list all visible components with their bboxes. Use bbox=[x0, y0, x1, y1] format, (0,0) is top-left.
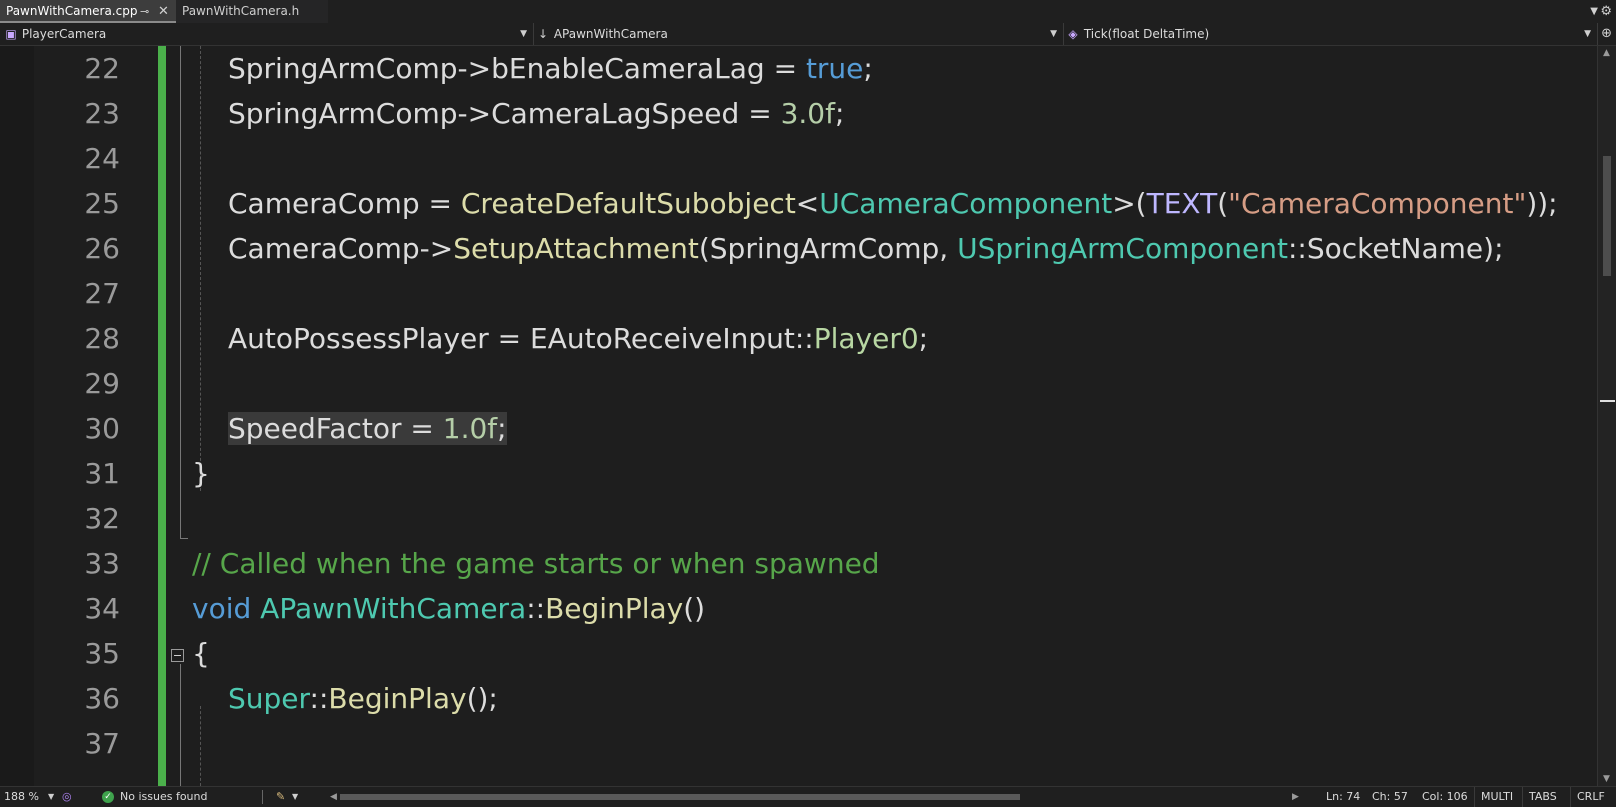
line-number: 27 bbox=[84, 277, 120, 310]
code-line: CameraComp = CreateDefaultSubobject<UCam… bbox=[228, 187, 1558, 220]
code-line: void APawnWithCamera::BeginPlay() bbox=[192, 592, 706, 625]
scroll-right-icon[interactable]: ▶ bbox=[1292, 787, 1299, 807]
line-number: 30 bbox=[84, 412, 120, 445]
code-line: AutoPossessPlayer = EAutoReceiveInput::P… bbox=[228, 322, 929, 355]
scroll-down-icon[interactable]: ▼ bbox=[1603, 774, 1610, 784]
scope-arrow-icon: ↓ bbox=[537, 27, 549, 41]
line-number: 34 bbox=[84, 592, 120, 625]
gear-icon[interactable]: ⚙ bbox=[1600, 0, 1612, 23]
tab-label: PawnWithCamera.cpp bbox=[6, 4, 138, 18]
status-bar: 188 % ▼ ◎ ✓ No issues found ✎ ▼ ◀ ▶ Ln: … bbox=[0, 786, 1616, 807]
col-indicator[interactable]: Col: 106 bbox=[1422, 787, 1468, 807]
tab-label: PawnWithCamera.h bbox=[182, 4, 300, 18]
document-tab-strip: PawnWithCamera.cpp ⊸ ✕ PawnWithCamera.h … bbox=[0, 0, 1616, 24]
issues-status[interactable]: No issues found bbox=[120, 787, 207, 807]
project-label: PlayerCamera bbox=[21, 27, 107, 41]
class-scope-label: APawnWithCamera bbox=[553, 27, 668, 41]
line-number: 28 bbox=[84, 322, 120, 355]
scope-line-end bbox=[180, 538, 188, 539]
close-icon[interactable]: ✕ bbox=[158, 0, 169, 23]
line-number: 33 bbox=[84, 547, 120, 580]
code-line: } bbox=[192, 457, 210, 490]
indent-guide bbox=[200, 706, 201, 786]
member-label: Tick(float DeltaTime) bbox=[1083, 27, 1210, 41]
chevron-down-icon: ▼ bbox=[1050, 29, 1057, 39]
code-comment: // Called when the game starts or when s… bbox=[192, 547, 880, 580]
project-dropdown[interactable]: ▣ PlayerCamera ▼ bbox=[4, 23, 534, 45]
selection-mode[interactable]: MULTI bbox=[1474, 787, 1513, 807]
copilot-icon[interactable]: ◎ bbox=[62, 787, 72, 807]
line-number: 35 bbox=[84, 637, 120, 670]
split-editor-icon[interactable]: ⊕ bbox=[1601, 23, 1612, 45]
code-line: CameraComp->SetupAttachment(SpringArmCom… bbox=[228, 232, 1504, 265]
line-indicator[interactable]: Ln: 74 bbox=[1326, 787, 1360, 807]
horizontal-scrollbar[interactable] bbox=[340, 794, 1288, 800]
code-line: { bbox=[192, 637, 210, 670]
char-indicator[interactable]: Ch: 57 bbox=[1372, 787, 1408, 807]
line-number: 24 bbox=[84, 142, 120, 175]
chevron-down-icon: ▼ bbox=[520, 29, 527, 39]
line-number: 26 bbox=[84, 232, 120, 265]
line-number: 22 bbox=[84, 52, 120, 85]
caret-position-marker bbox=[1600, 400, 1615, 402]
navigation-bar: ▣ PlayerCamera ▼ ↓ APawnWithCamera ▼ ◈ T… bbox=[0, 23, 1616, 46]
code-line: Super::BeginPlay(); bbox=[228, 682, 498, 715]
scope-line bbox=[180, 46, 181, 538]
line-number: 23 bbox=[84, 97, 120, 130]
code-editor[interactable]: 22 23 24 25 26 27 28 29 30 31 32 33 34 3… bbox=[0, 46, 1597, 786]
tab-overflow-dropdown-icon[interactable]: ▼ bbox=[1590, 0, 1598, 23]
code-line: SpringArmComp->CameraLagSpeed = 3.0f; bbox=[228, 97, 845, 130]
vertical-scrollbar[interactable]: ▲ ▼ bbox=[1597, 46, 1616, 786]
line-number: 31 bbox=[84, 457, 120, 490]
scroll-left-icon[interactable]: ◀ bbox=[330, 787, 337, 807]
line-number: 32 bbox=[84, 502, 120, 535]
divider bbox=[262, 790, 263, 804]
horizontal-scrollbar-thumb[interactable] bbox=[340, 794, 1020, 800]
indent-mode[interactable]: TABS bbox=[1522, 787, 1557, 807]
class-scope-dropdown[interactable]: ↓ APawnWithCamera ▼ bbox=[536, 23, 1064, 45]
scroll-up-icon[interactable]: ▲ bbox=[1603, 48, 1610, 58]
check-circle-icon: ✓ bbox=[102, 791, 114, 803]
chevron-down-icon[interactable]: ▼ bbox=[48, 787, 54, 807]
code-line-current: SpeedFactor = 1.0f; bbox=[228, 412, 507, 445]
chevron-down-icon[interactable]: ▼ bbox=[292, 787, 298, 807]
line-number: 25 bbox=[84, 187, 120, 220]
method-cube-icon: ◈ bbox=[1068, 27, 1078, 41]
pin-icon[interactable]: ⊸ bbox=[140, 0, 149, 23]
code-line: SpringArmComp->bEnableCameraLag = true; bbox=[228, 52, 873, 85]
member-dropdown[interactable]: ◈ Tick(float DeltaTime) ▼ bbox=[1066, 23, 1598, 45]
line-number: 37 bbox=[84, 727, 120, 760]
scope-line bbox=[180, 664, 181, 786]
scrollbar-thumb[interactable] bbox=[1603, 156, 1611, 276]
code-cleanup-brush-icon[interactable]: ✎ bbox=[276, 787, 285, 807]
line-number: 36 bbox=[84, 682, 120, 715]
glyph-margin bbox=[0, 46, 34, 786]
line-ending[interactable]: CRLF bbox=[1570, 787, 1605, 807]
indent-guide bbox=[200, 46, 201, 491]
project-icon: ▣ bbox=[5, 27, 17, 41]
zoom-level[interactable]: 188 % bbox=[4, 787, 39, 807]
collapse-icon[interactable] bbox=[171, 649, 184, 662]
chevron-down-icon: ▼ bbox=[1584, 29, 1591, 39]
change-tracking-bar bbox=[158, 46, 166, 786]
tab-pawnwithcamera-cpp[interactable]: PawnWithCamera.cpp ⊸ ✕ bbox=[0, 0, 176, 23]
tab-pawnwithcamera-h[interactable]: PawnWithCamera.h bbox=[176, 0, 328, 23]
line-number: 29 bbox=[84, 367, 120, 400]
